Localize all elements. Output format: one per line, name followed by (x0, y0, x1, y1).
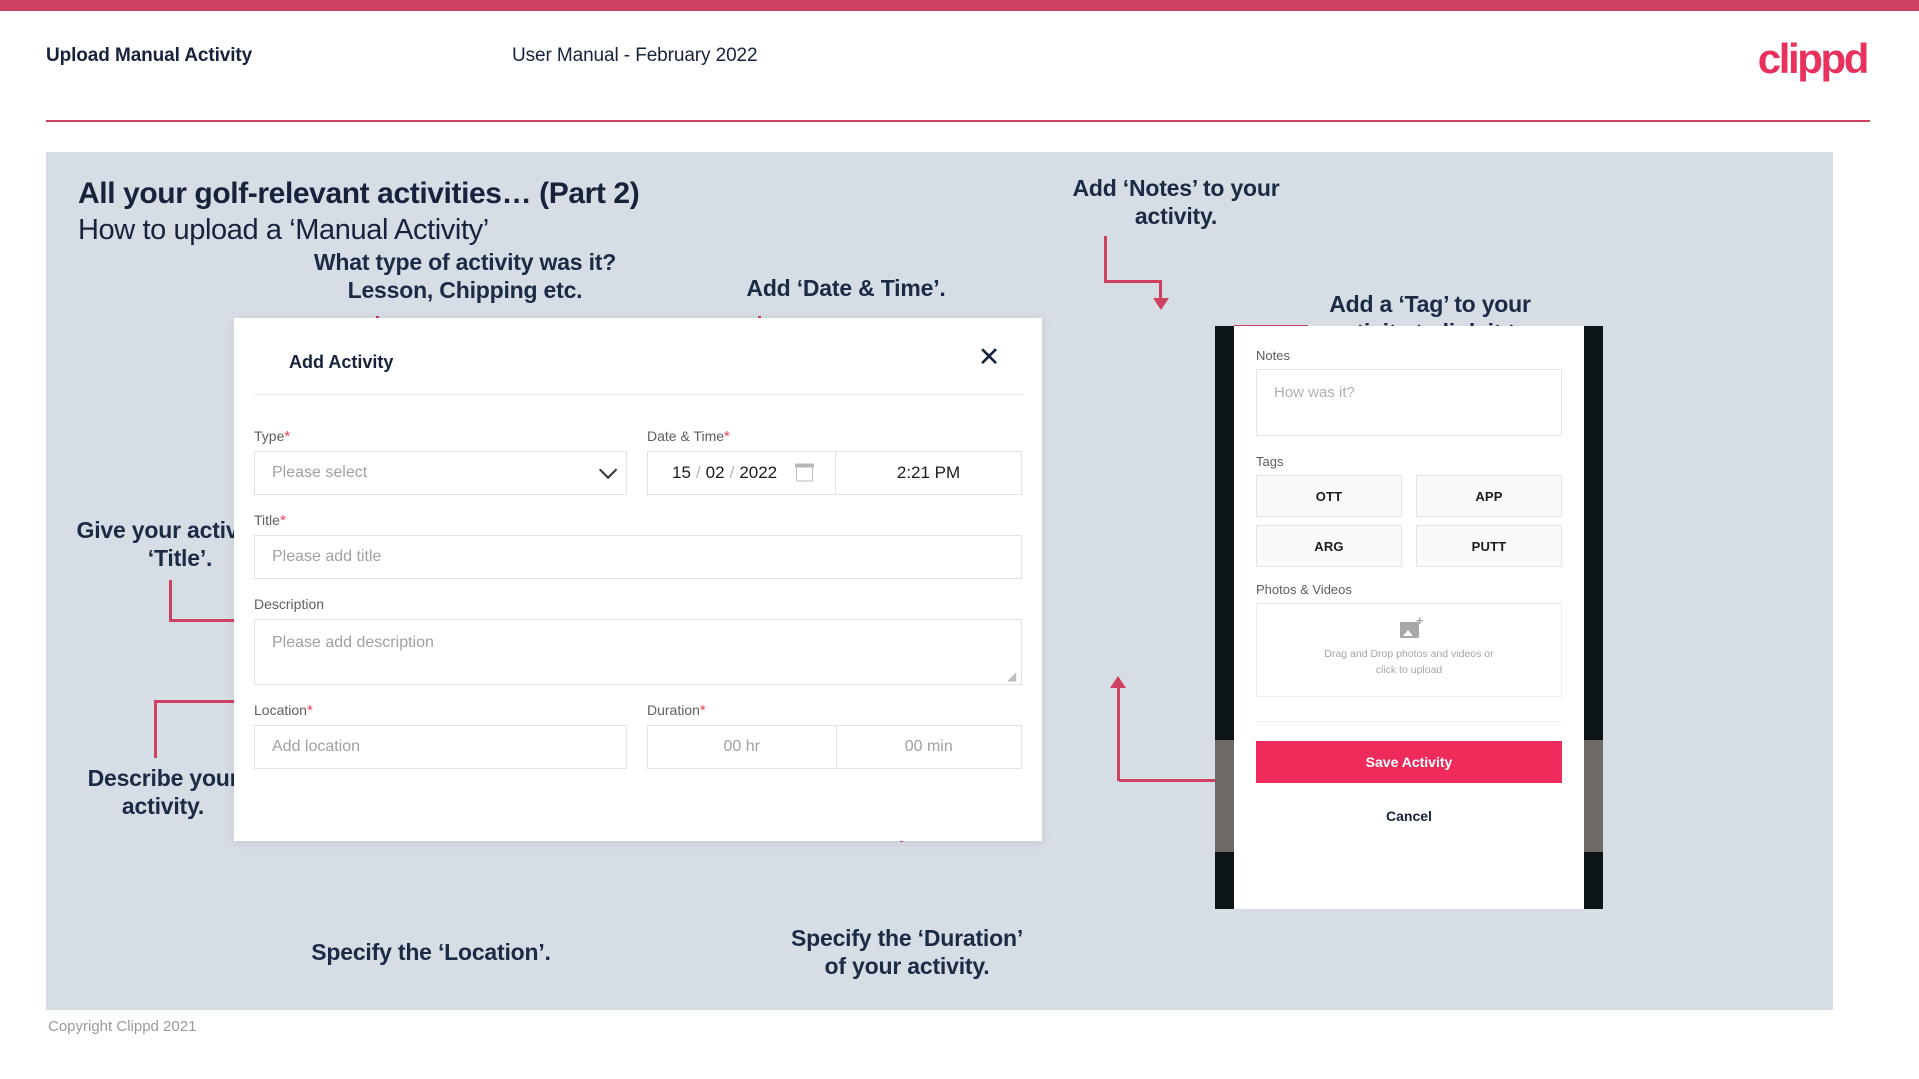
datetime-group: 15 / 02 / 2022 2:21 PM (647, 451, 1022, 495)
annotation-datetime: Add ‘Date & Time’. (746, 275, 946, 301)
cancel-label: Cancel (1386, 808, 1432, 824)
page-subtitle: User Manual - February 2022 (512, 45, 758, 66)
chevron-down-icon (598, 460, 618, 480)
location-input[interactable]: Add location (254, 725, 627, 769)
connector-save-v (1117, 688, 1120, 781)
resize-handle-icon[interactable]: ◢ (1007, 670, 1018, 682)
location-label-text: Location (254, 702, 307, 718)
duration-minutes-input[interactable]: 00 min (835, 726, 1022, 768)
dialog-divider (254, 394, 1022, 395)
connector-desc-v (154, 700, 157, 758)
dialog-title: Add Activity (289, 352, 394, 372)
date-input[interactable]: 15 / 02 / 2022 (648, 452, 835, 494)
location-label: Location* (254, 702, 313, 719)
duration-hours-input[interactable]: 00 hr (648, 726, 836, 768)
connector-desc-h (154, 700, 240, 703)
description-textarea[interactable]: Please add description ◢ (254, 619, 1022, 685)
type-label: Type* (254, 428, 290, 445)
slide-subheading: How to upload a ‘Manual Activity’ (78, 214, 489, 246)
connector-notes-v1 (1104, 236, 1107, 282)
notes-label: Notes (1256, 348, 1290, 363)
title-input[interactable]: Please add title (254, 535, 1022, 579)
description-label-text: Description (254, 596, 325, 612)
time-input[interactable]: 2:21 PM (835, 452, 1021, 494)
notes-textarea[interactable] (1256, 369, 1562, 436)
connector-save-arrow (1110, 676, 1126, 688)
description-label: Description (254, 596, 324, 612)
phone-mockup: Notes How was it? Tags OTT APP ARG PUTT … (1215, 326, 1603, 909)
connector-notes-h (1104, 280, 1162, 283)
location-required: * (306, 702, 313, 719)
datetime-label-text: Date & Time (647, 428, 725, 444)
clippd-logo: clippd (1757, 35, 1870, 82)
datetime-required: * (724, 428, 730, 445)
duration-group: 00 hr 00 min (647, 725, 1022, 769)
annotation-location: Specify the ‘Location’. (311, 939, 551, 965)
duration-label-text: Duration (647, 702, 700, 718)
time-value: 2:21 PM (896, 463, 961, 482)
duration-label: Duration* (647, 702, 706, 719)
title-required: * (279, 512, 286, 529)
add-image-icon (1399, 614, 1423, 638)
duration-minutes-value: 00 min (904, 738, 953, 755)
dropzone-text: Drag and Drop photos and videos or click… (1324, 647, 1494, 676)
tag-arg[interactable]: ARG (1256, 525, 1402, 567)
slide-heading: All your golf-relevant activities… (Part… (78, 177, 640, 210)
tag-ott[interactable]: OTT (1256, 475, 1402, 517)
phone-divider (1256, 721, 1562, 722)
phone-bezel-left-mid (1215, 740, 1234, 852)
phone-screen: Notes How was it? Tags OTT APP ARG PUTT … (1234, 326, 1584, 909)
slide-page: Upload Manual Activity User Manual - Feb… (0, 0, 1919, 1079)
photos-label: Photos & Videos (1256, 582, 1352, 597)
duration-required: * (699, 702, 706, 719)
add-activity-dialog: Add Activity ✕ Type* Please select Date … (234, 318, 1042, 841)
header-divider (46, 120, 1870, 122)
annotation-description: Describe your activity. (87, 765, 239, 820)
date-day: 15 (672, 463, 691, 482)
tags-label: Tags (1256, 454, 1284, 469)
save-activity-label: Save Activity (1365, 754, 1453, 770)
type-select[interactable]: Please select (254, 451, 627, 495)
date-sep-2: / (729, 463, 735, 482)
calendar-icon[interactable] (795, 463, 814, 482)
tag-app[interactable]: APP (1416, 475, 1562, 517)
title-placeholder: Please add title (272, 548, 382, 565)
connector-notes-arrow (1153, 298, 1169, 310)
type-placeholder: Please select (272, 464, 368, 481)
date-sep-1: / (695, 463, 701, 482)
tag-app-label: APP (1475, 488, 1503, 504)
annotation-type: What type of activity was it? Lesson, Ch… (313, 249, 617, 304)
datetime-label: Date & Time* (647, 428, 730, 445)
phone-bezel-left (1215, 326, 1234, 909)
annotation-duration: Specify the ‘Duration’ of your activity. (790, 925, 1024, 980)
phone-bezel-right-mid (1584, 740, 1603, 852)
top-accent-bar (0, 0, 1919, 11)
connector-title-v (169, 580, 172, 622)
type-label-text: Type (254, 428, 285, 444)
title-label: Title* (254, 512, 286, 529)
duration-hours-value: 00 hr (723, 738, 760, 755)
location-placeholder: Add location (272, 738, 361, 755)
footer-copyright: Copyright Clippd 2021 (48, 1018, 197, 1035)
tag-ott-label: OTT (1315, 488, 1343, 504)
phone-bezel-right (1584, 326, 1603, 909)
connector-notes-v2 (1159, 280, 1162, 300)
tag-putt-label: PUTT (1471, 538, 1507, 554)
tag-arg-label: ARG (1314, 538, 1344, 554)
page-title: Upload Manual Activity (46, 45, 253, 66)
notes-placeholder: How was it? (1274, 384, 1355, 401)
date-month: 02 (705, 463, 725, 482)
title-label-text: Title (254, 512, 280, 528)
description-placeholder: Please add description (272, 634, 434, 651)
close-icon[interactable]: ✕ (972, 340, 1006, 374)
save-activity-button[interactable]: Save Activity (1256, 741, 1562, 783)
photo-dropzone[interactable]: Drag and Drop photos and videos or click… (1256, 603, 1562, 697)
tag-putt[interactable]: PUTT (1416, 525, 1562, 567)
type-required: * (284, 428, 291, 445)
annotation-notes: Add ‘Notes’ to your activity. (1072, 175, 1280, 230)
cancel-button[interactable]: Cancel (1256, 808, 1562, 824)
date-year: 2022 (739, 463, 778, 482)
slide-body: All your golf-relevant activities… (Part… (46, 152, 1833, 1010)
